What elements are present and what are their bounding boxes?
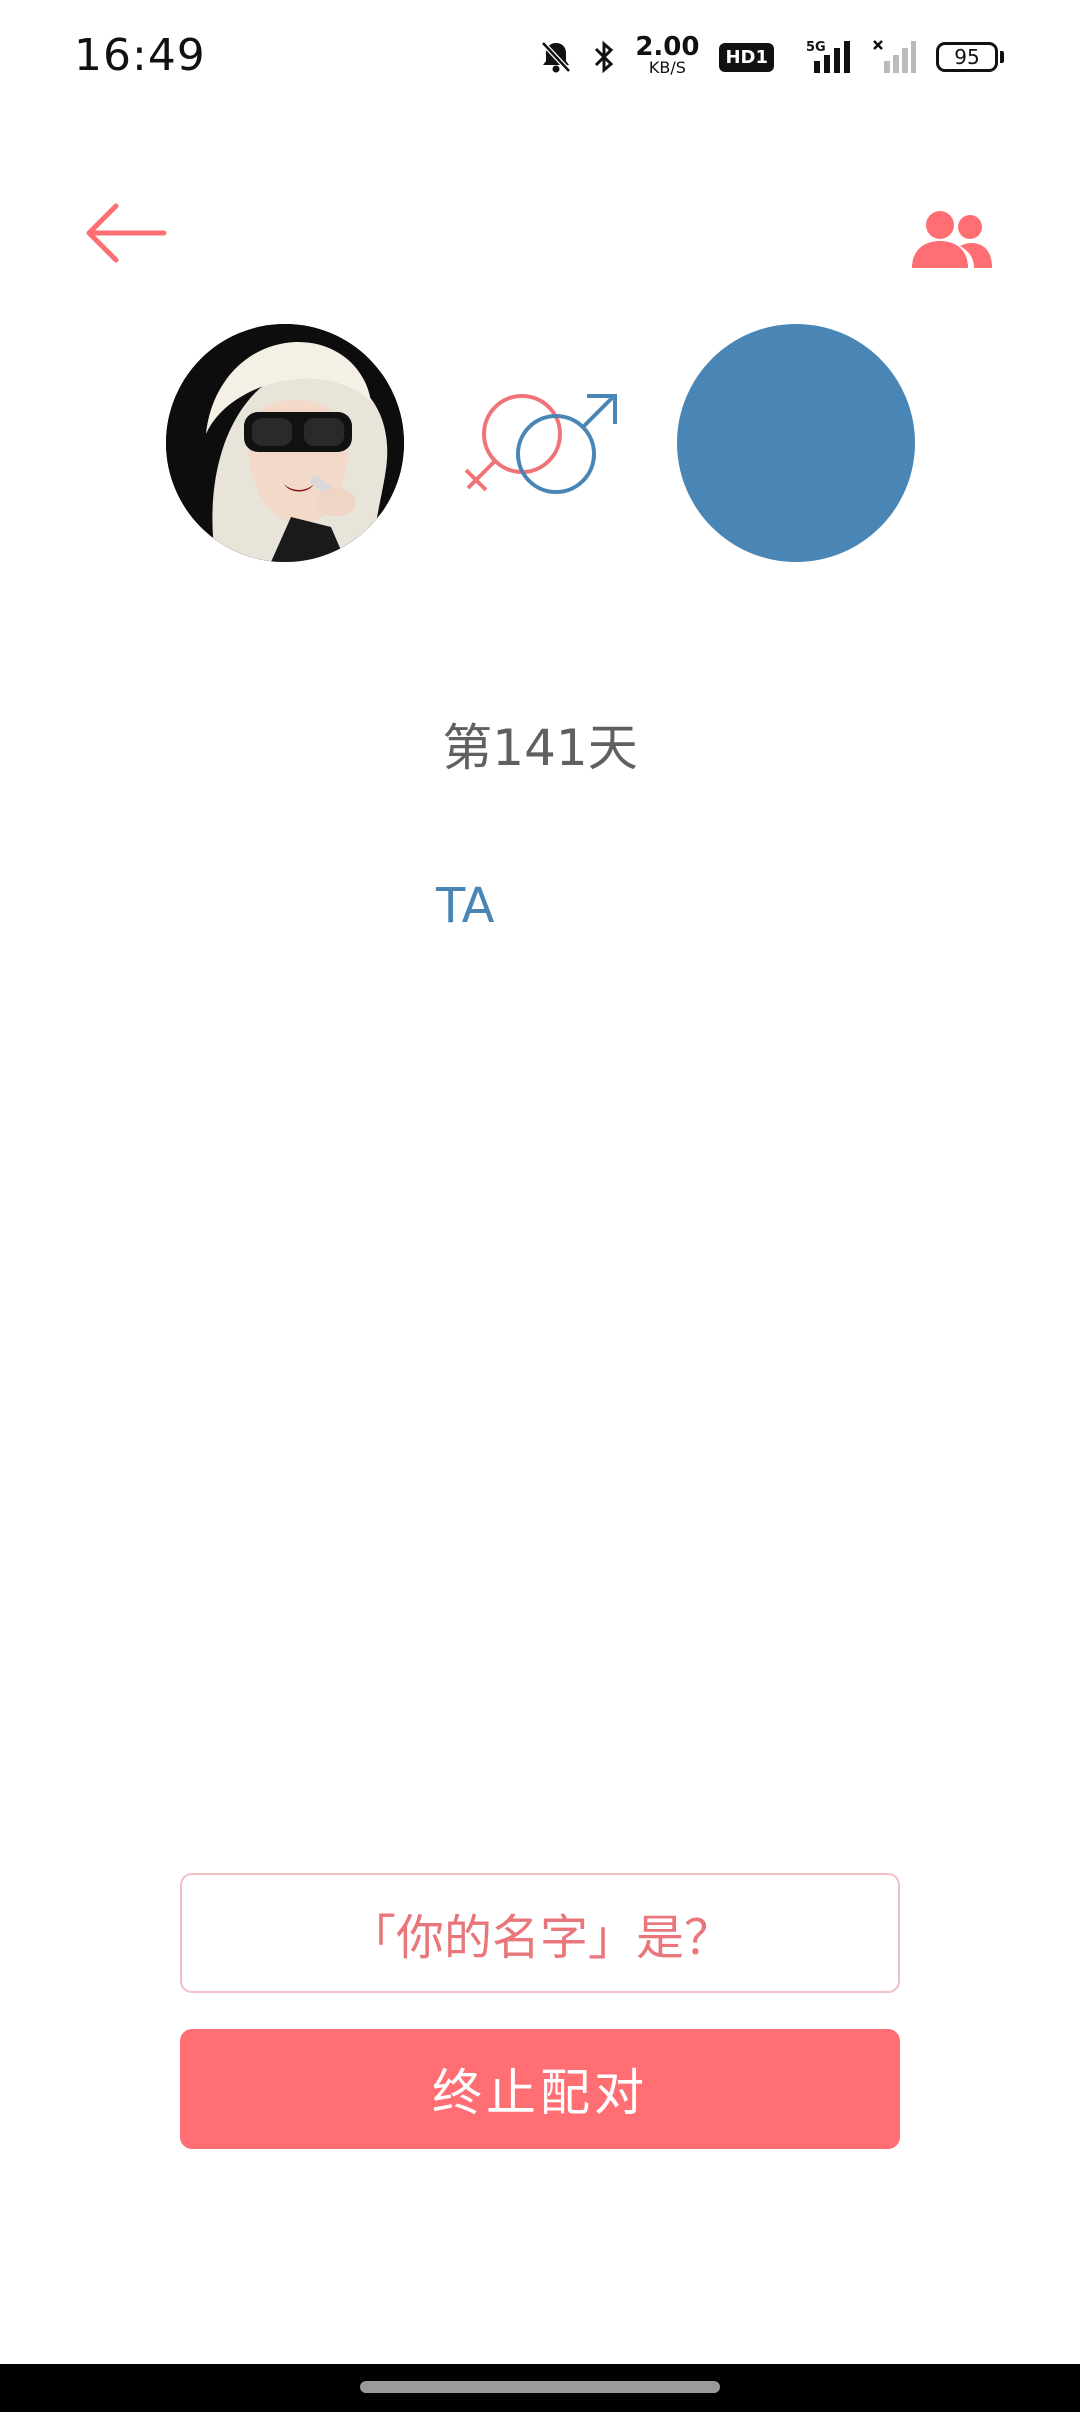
my-avatar[interactable] bbox=[166, 324, 404, 562]
people-button[interactable] bbox=[910, 208, 994, 274]
back-button[interactable] bbox=[84, 200, 168, 266]
hd-icon: HD1 bbox=[719, 42, 774, 72]
ask-name-button[interactable]: 「你的名字」是？ bbox=[180, 1873, 900, 1993]
bluetooth-icon bbox=[593, 39, 615, 75]
network-speed: 2.00 KB/S bbox=[635, 34, 699, 76]
end-match-button[interactable]: 终止配对 bbox=[180, 2029, 900, 2149]
battery-level: 95 bbox=[936, 42, 998, 72]
network-type-label: 5G bbox=[806, 40, 826, 55]
partner-name: TA bbox=[436, 878, 495, 934]
signal-5g-icon: 5G bbox=[794, 39, 852, 75]
day-counter: 第141天 bbox=[442, 719, 638, 777]
people-icon bbox=[912, 211, 992, 268]
status-time: 16:49 bbox=[74, 30, 206, 81]
home-indicator[interactable] bbox=[360, 2381, 720, 2393]
back-arrow-icon bbox=[86, 203, 167, 263]
female-male-symbol-icon bbox=[462, 388, 622, 500]
net-speed-unit: KB/S bbox=[648, 58, 686, 77]
battery-tip bbox=[1000, 51, 1004, 63]
my-avatar-photo bbox=[166, 324, 404, 562]
battery-icon: 95 bbox=[936, 42, 1004, 72]
signal-no-sim-icon bbox=[872, 39, 916, 75]
match-screen: 16:49 2.00 KB/S HD1 5G 95 第141天 TA 「你的名字… bbox=[0, 0, 1080, 2412]
net-speed-value: 2.00 bbox=[635, 32, 700, 62]
partner-avatar-circle bbox=[677, 324, 915, 562]
mute-bell-icon bbox=[539, 39, 573, 75]
partner-avatar[interactable] bbox=[677, 324, 915, 562]
status-bar: 16:49 2.00 KB/S HD1 5G 95 bbox=[0, 0, 1080, 120]
status-icons: 2.00 KB/S HD1 5G 95 bbox=[539, 34, 1004, 76]
system-nav-bar bbox=[0, 2364, 1080, 2412]
